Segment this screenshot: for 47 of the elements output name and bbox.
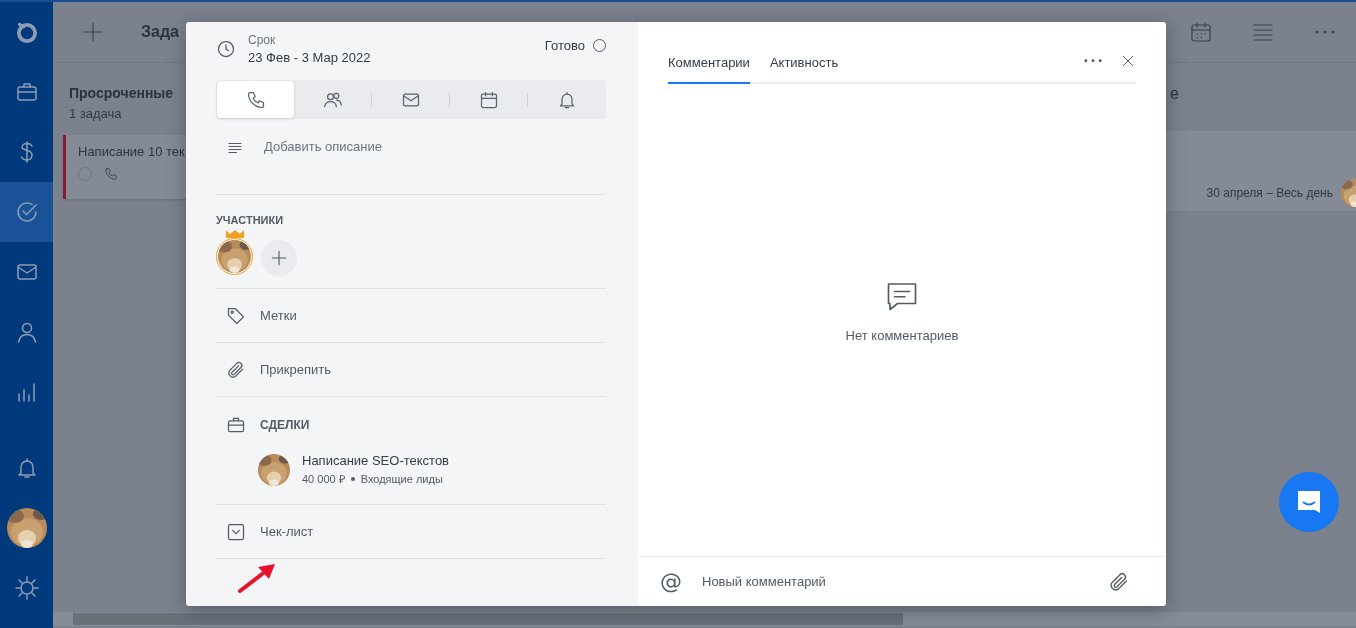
tags-link[interactable]: Метки	[260, 308, 297, 323]
scrollbar[interactable]	[53, 612, 1356, 626]
crown-icon	[224, 229, 245, 238]
task-count: 1 задача	[69, 106, 123, 121]
add-icon	[81, 20, 105, 44]
add-icon	[270, 249, 288, 267]
deal-amount: 40 000 ₽	[302, 472, 345, 486]
clock-icon	[216, 39, 236, 59]
deadline-label: Срок	[248, 33, 277, 47]
empty-message: Нет комментариев	[845, 327, 959, 343]
done-toggle[interactable]: Готово	[544, 37, 606, 53]
checkmark-icon	[14, 200, 39, 224]
section-heading: СДЕЛКИ	[260, 418, 310, 432]
column-title: Просроченные	[69, 85, 175, 101]
briefcase-icon	[14, 80, 39, 104]
more-icon	[1315, 30, 1335, 34]
tag-icon	[226, 305, 246, 326]
add-participant-button[interactable]	[261, 240, 297, 276]
page-title: Зада	[141, 23, 179, 41]
deal-title[interactable]: Написание SEO-текстов	[302, 453, 450, 468]
column-title: е	[1170, 85, 1180, 103]
nav-item[interactable]	[0, 182, 53, 242]
tab[interactable]: Комментарии	[668, 55, 750, 84]
deal-stage: Входящие лиды	[360, 472, 443, 485]
briefcase-icon	[226, 415, 246, 435]
paperclip-icon	[1108, 570, 1130, 593]
phone-icon	[245, 89, 266, 110]
calendar-icon	[478, 89, 499, 110]
section-heading: УЧАСТНИКИ	[216, 214, 285, 226]
checklist-link[interactable]: Чек-лист	[260, 524, 314, 539]
gear-icon	[14, 576, 39, 600]
paperclip-icon	[226, 359, 246, 380]
phone-tab[interactable]	[217, 81, 294, 118]
description-field[interactable]: Добавить описание	[264, 139, 514, 154]
checklist-icon	[226, 521, 246, 542]
close-icon	[1120, 53, 1136, 69]
task-title: Написание 10 тек	[78, 144, 186, 159]
task-date: 30 апреля – Весь день	[1206, 186, 1333, 200]
annotation-arrow	[236, 563, 278, 595]
deadline-value[interactable]: 23 Фев - 3 Мар 2022	[248, 50, 371, 65]
more-icon	[1084, 59, 1102, 63]
calendar-icon	[1189, 20, 1213, 44]
phone-icon	[104, 167, 118, 181]
tab[interactable]: Активность	[769, 55, 839, 84]
attach-link[interactable]: Прикрепить	[260, 362, 331, 377]
task-card[interactable]: 30 апреля – Весь день	[1166, 131, 1356, 211]
mention-button[interactable]: @	[660, 569, 682, 594]
